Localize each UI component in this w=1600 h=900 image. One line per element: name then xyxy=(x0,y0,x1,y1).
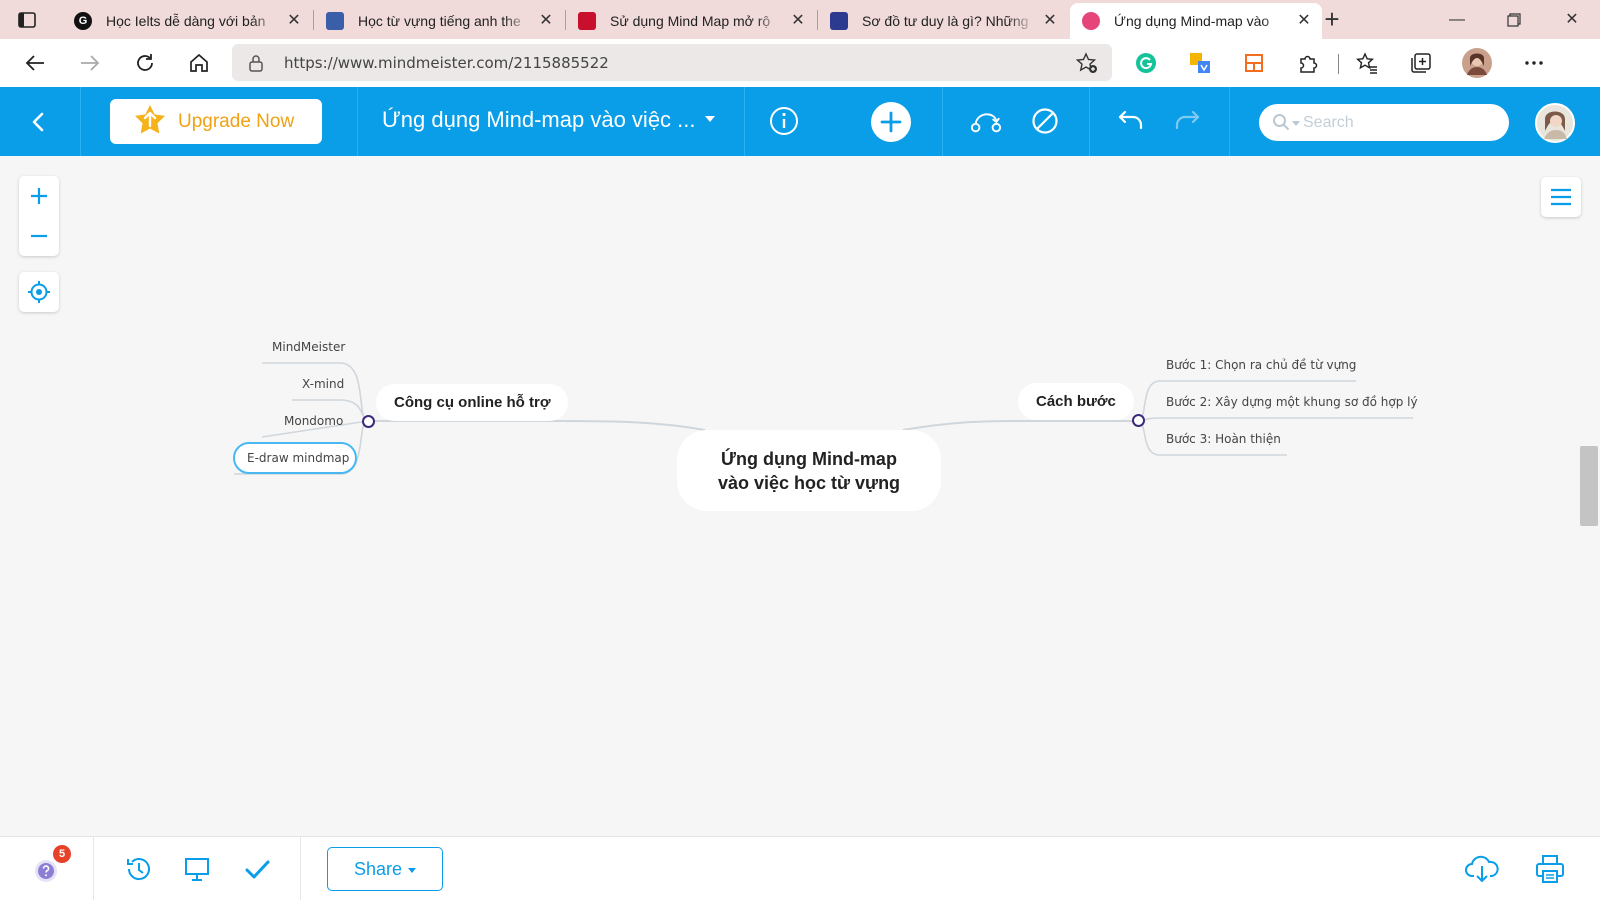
subtopic-item[interactable]: Bước 1: Chọn ra chủ đề từ vựng xyxy=(1166,358,1356,372)
root-topic-line2: vào việc học từ vựng xyxy=(717,472,901,493)
share-button[interactable]: Share xyxy=(327,847,443,891)
zoom-controls xyxy=(19,176,59,256)
subtopic-item[interactable]: Bước 3: Hoàn thiện xyxy=(1166,432,1281,446)
checkmark-icon[interactable] xyxy=(242,854,272,884)
collapse-toggle-icon[interactable] xyxy=(362,415,375,428)
topic-online-tools[interactable]: Công cụ online hỗ trợ xyxy=(376,384,569,421)
collapse-toggle-icon[interactable] xyxy=(1132,414,1145,427)
subtopic-item[interactable]: Bước 2: Xây dựng một khung sơ đồ hợp lý xyxy=(1166,395,1418,409)
zoom-in-icon[interactable] xyxy=(19,176,59,216)
root-topic-line1: Ứng dụng Mind-map xyxy=(721,448,897,469)
share-label: Share xyxy=(353,858,403,879)
subtopic-item[interactable]: X-mind xyxy=(302,377,344,391)
zoom-out-icon[interactable] xyxy=(19,216,59,256)
history-icon[interactable] xyxy=(124,854,154,884)
subtopic-item[interactable]: E-draw mindmap xyxy=(247,451,349,465)
presentation-icon[interactable] xyxy=(182,854,212,884)
print-icon[interactable] xyxy=(1532,854,1568,884)
center-map-icon[interactable] xyxy=(19,272,59,312)
root-topic[interactable]: Ứng dụng Mind-map vào việc học từ vựng xyxy=(677,430,941,511)
menu-icon[interactable] xyxy=(1541,177,1581,217)
topic-steps[interactable]: Cách bước xyxy=(1018,383,1134,420)
download-icon[interactable] xyxy=(1464,854,1500,884)
subtopic-item[interactable]: MindMeister xyxy=(272,340,345,354)
subtopic-item[interactable]: Mondomo xyxy=(284,414,343,428)
vertical-scrollbar[interactable] xyxy=(1580,446,1598,526)
notification-badge: 5 xyxy=(53,845,71,863)
chevron-down-icon xyxy=(408,867,417,873)
bottom-bar: 5 Share xyxy=(0,836,1600,900)
